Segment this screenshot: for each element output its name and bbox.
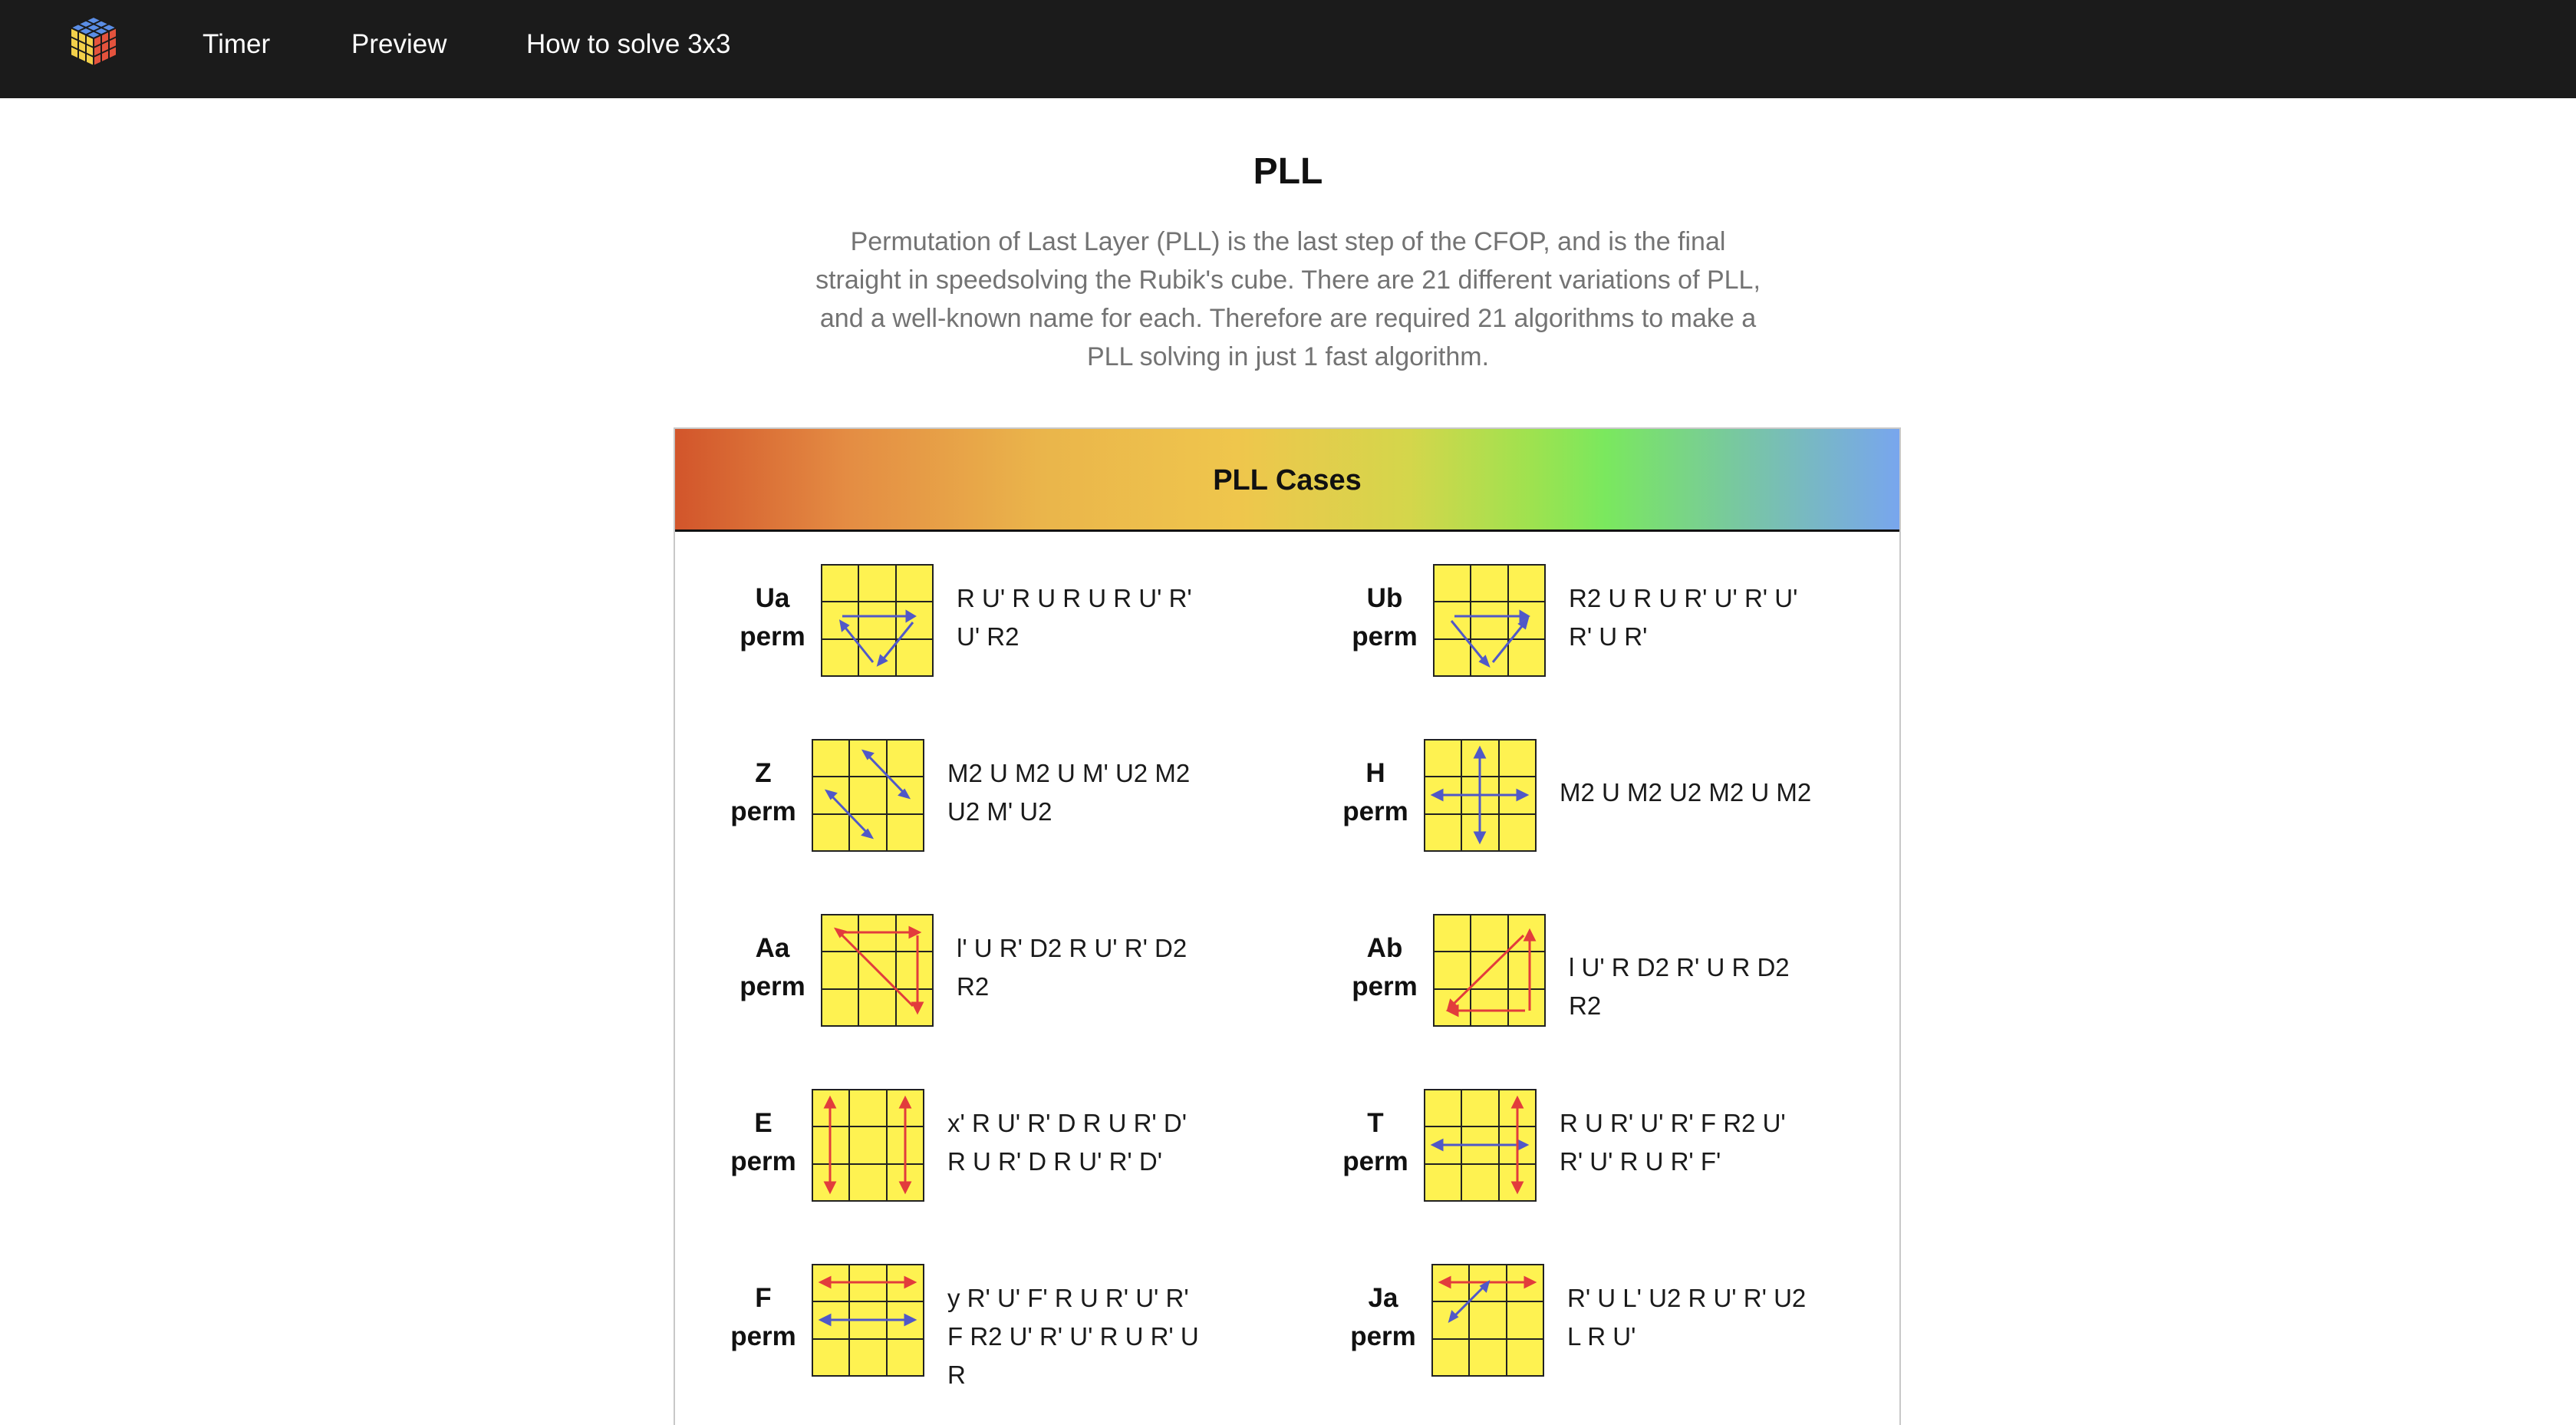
case-name: Ub perm (1352, 583, 1418, 651)
case-ja-perm[interactable]: Ja perm R' U L' U2 R U' R' U2 L R U' (1341, 1264, 1832, 1379)
case-z-perm[interactable]: Zperm M2 U M2 U M' U2 M2 U2 M' U2 (721, 739, 1212, 854)
case-e-perm[interactable]: Eperm x' R U' R' D R U R' D' R U R' D R … (721, 1089, 1212, 1204)
case-ab-perm[interactable]: Ab perm l U' R D2 R' U R D2 R2 (1342, 914, 1833, 1029)
case-name: Zperm (730, 758, 796, 826)
case-name: Aa perm (740, 933, 805, 1001)
rubiks-cube-icon[interactable] (66, 14, 121, 69)
case-algorithm: l' U R' D2 R U' R' D2 R2 (957, 934, 1188, 1001)
case-h-perm[interactable]: Hperm M2 U M2 U2 M2 U M2 (1333, 739, 1824, 854)
ua-perm-diagram-icon (821, 564, 934, 677)
case-algorithm: y R' U' F' R U R' U' R' F R2 U' R' U' R … (947, 1284, 1199, 1389)
t-perm-diagram-icon (1424, 1089, 1537, 1202)
aa-perm-diagram-icon (821, 914, 934, 1027)
card-title: PLL Cases (1213, 464, 1362, 496)
nav-link-preview[interactable]: Preview (351, 29, 446, 60)
case-name: Fperm (730, 1283, 796, 1351)
intro-paragraph: Permutation of Last Layer (PLL) is the l… (815, 227, 1761, 371)
ab-perm-diagram-icon (1433, 914, 1546, 1027)
case-name: Tperm (1342, 1108, 1408, 1176)
case-name: Ua perm (740, 583, 805, 651)
case-ub-perm[interactable]: Ub perm R2 U R U R' U' R' U' R' U R' (1342, 564, 1833, 679)
h-perm-diagram-icon (1424, 739, 1537, 852)
case-ua-perm[interactable]: Ua perm R U' R U R U R U' R' U' R2 (730, 564, 1221, 679)
case-t-perm[interactable]: Tperm R U R' U' R' F R2 U' R' U' R U R' … (1333, 1089, 1824, 1204)
case-f-perm[interactable]: Fperm y R' U' F' R U R' U' R' F R2 U' R'… (721, 1264, 1212, 1389)
case-algorithm: l U' R D2 R' U R D2 R2 (1569, 953, 1790, 1020)
case-name: Eperm (730, 1108, 796, 1176)
ja-perm-diagram-icon (1431, 1264, 1544, 1377)
z-perm-diagram-icon (812, 739, 924, 852)
case-algorithm: R U R' U' R' F R2 U' R' U' R U R' F' (1560, 1109, 1786, 1176)
f-perm-diagram-icon (812, 1264, 924, 1377)
pll-cases-card: PLL Cases Ua perm R U' R U R U R U' R' U'… (674, 427, 1901, 1425)
nav-link-timer[interactable]: Timer (203, 29, 270, 60)
e-perm-diagram-icon (812, 1089, 924, 1202)
case-aa-perm[interactable]: Aa perm l' U R' D2 R U' R' D2 R2 (730, 914, 1221, 1029)
nav-link-how-to-solve[interactable]: How to solve 3x3 (526, 29, 731, 60)
case-name: Hperm (1342, 758, 1408, 826)
case-algorithm: R' U L' U2 R U' R' U2 L R U' (1567, 1284, 1807, 1351)
top-navbar: Timer Preview How to solve 3x3 (0, 0, 2576, 98)
case-algorithm: M2 U M2 U2 M2 U M2 (1560, 778, 1812, 807)
ub-perm-diagram-icon (1433, 564, 1546, 677)
page-title: PLL (1253, 151, 1323, 192)
card-header: PLL Cases (675, 429, 1899, 532)
case-algorithm: R U' R U R U R U' R' U' R2 (957, 584, 1192, 651)
case-name: Ab perm (1352, 933, 1418, 1001)
case-algorithm: R2 U R U R' U' R' U' R' U R' (1569, 584, 1798, 651)
case-name: Ja perm (1350, 1283, 1416, 1351)
case-algorithm: x' R U' R' D R U R' D' R U R' D R U' R' … (947, 1109, 1188, 1176)
case-algorithm: M2 U M2 U M' U2 M2 U2 M' U2 (947, 759, 1191, 826)
